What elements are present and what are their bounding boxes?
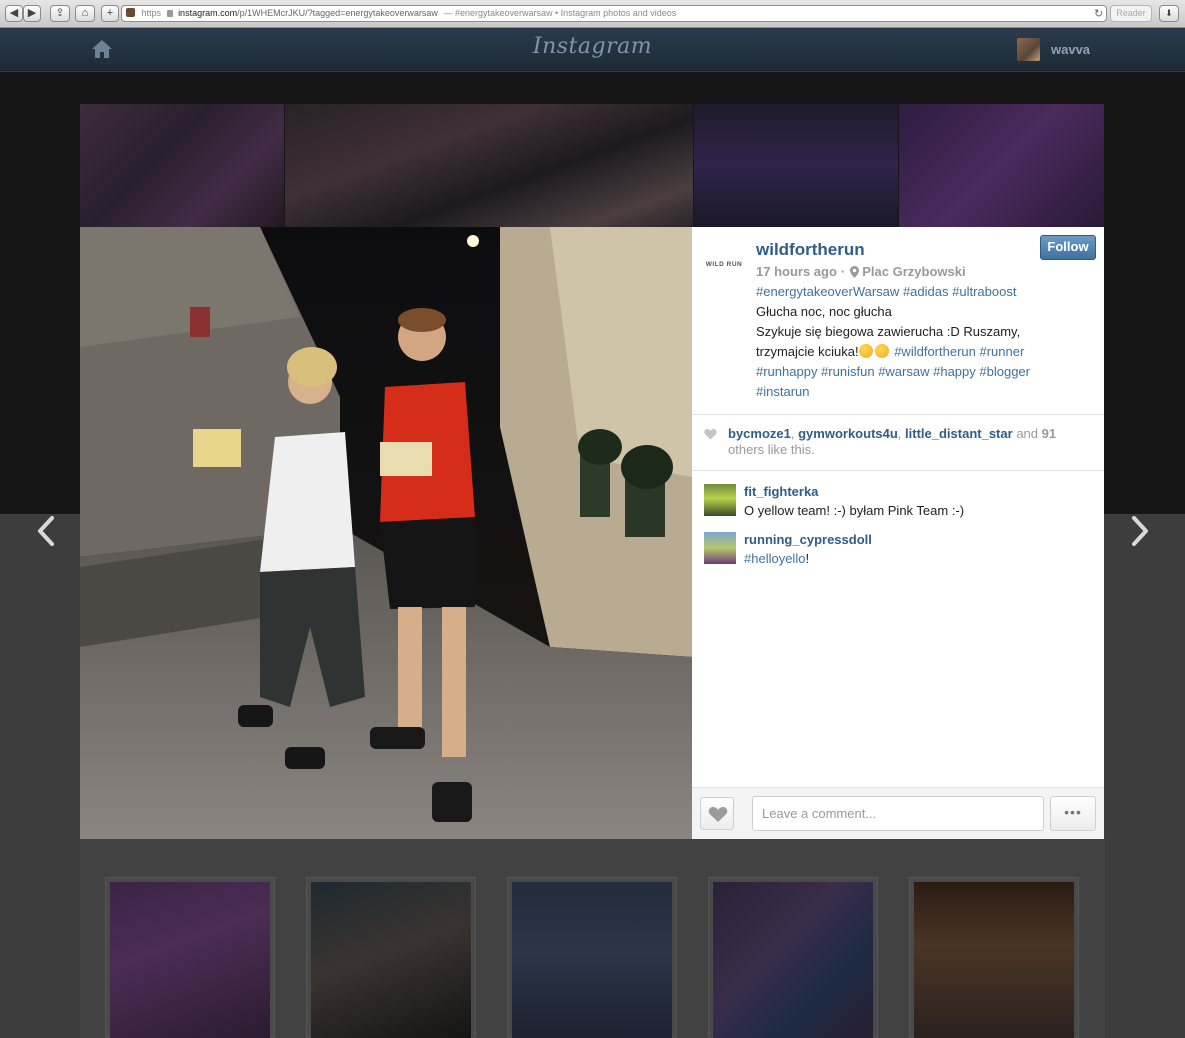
post-details-panel: WILD RUN wildfortherun Follow 17 hours a… (692, 227, 1104, 839)
instagram-navbar: Instagram wavva (0, 28, 1185, 71)
grid-photo-image (914, 882, 1074, 1038)
nav-username: wavva (1051, 41, 1091, 57)
hashtag-link[interactable]: #runisfun (821, 364, 874, 379)
commenter-username[interactable]: fit_fighterka (744, 484, 818, 499)
more-options-button[interactable]: ••• (1050, 796, 1096, 831)
reader-button[interactable]: Reader (1110, 5, 1152, 22)
likes-summary: bycmoze1, gymworkouts4u, little_distant_… (704, 426, 1094, 458)
header-photo (899, 104, 1104, 227)
likes-count[interactable]: 91 (1042, 426, 1056, 441)
liker-username[interactable]: bycmoze1 (728, 426, 791, 441)
url-scheme: https (141, 8, 162, 18)
grid-photo-image (713, 882, 873, 1038)
hashtag-link[interactable]: #blogger (979, 364, 1030, 379)
caption-line: Szykuje się biegowa zawierucha :D Ruszam… (756, 324, 1021, 339)
url-host: instagram.com (178, 8, 238, 18)
caption-line: trzymajcie kciuka! #wildfortherun #runne… (756, 342, 1086, 362)
grid-photo-image (311, 882, 471, 1038)
grid-photo[interactable] (708, 877, 878, 1038)
new-tab-button[interactable]: + (101, 5, 119, 22)
previous-arrow-icon[interactable] (32, 514, 62, 548)
post-location[interactable]: Plac Grzybowski (862, 264, 965, 279)
liker-username[interactable]: gymworkouts4u (798, 426, 898, 441)
meta-separator: · (840, 264, 846, 279)
heart-icon (704, 428, 717, 440)
header-photo (80, 104, 284, 227)
liker-username[interactable]: little_distant_star (905, 426, 1013, 441)
comment-text: O yellow team! :-) byłam Pink Team :-) (744, 503, 965, 518)
caption-line: Głucha noc, noc głucha (756, 304, 892, 319)
favicon-icon (126, 8, 135, 17)
like-button[interactable] (700, 797, 734, 830)
divider (692, 470, 1104, 471)
header-photo (285, 104, 693, 227)
commenter-avatar[interactable] (704, 532, 736, 564)
grid-photo[interactable] (507, 877, 677, 1038)
hashtag-link[interactable]: #energytakeoverWarsaw (756, 284, 899, 299)
grid-photo-image (512, 882, 672, 1038)
hashtag-link[interactable]: #helloyello (744, 551, 805, 566)
tongue-emoji-icon (874, 344, 889, 358)
likes-and: and (1016, 426, 1039, 441)
hashtag-link[interactable]: #happy (933, 364, 976, 379)
caption-line: #instarun (756, 382, 1086, 402)
back-button[interactable]: ◀ (5, 5, 23, 22)
address-bar[interactable]: https instagram.com/p/1WHEMcrJKU/?tagged… (121, 5, 1107, 22)
hashtag-link[interactable]: #warsaw (878, 364, 929, 379)
comment-text: #helloyello! (744, 551, 809, 566)
hashtag-link[interactable]: #instarun (756, 384, 809, 399)
grinning-emoji-icon (858, 344, 873, 358)
comment-text-suffix: ! (805, 551, 810, 566)
post-timestamp[interactable]: 17 hours ago (756, 264, 837, 279)
header-photo (694, 104, 898, 227)
browser-toolbar: ◀ ▶ ⇪ ⌂ + https instagram.com/p/1WHEMcrJ… (0, 0, 1185, 28)
likes-text: bycmoze1, gymworkouts4u, little_distant_… (728, 426, 1057, 457)
post-photo[interactable] (80, 227, 692, 839)
caption-line: #runhappy #runisfun #warsaw #happy #blog… (756, 362, 1086, 382)
hashtag-link[interactable]: #runhappy (756, 364, 817, 379)
location-pin-icon (850, 265, 860, 278)
post-author-avatar[interactable]: WILD RUN (704, 245, 744, 285)
instagram-logo[interactable]: Instagram (0, 34, 1185, 59)
grid-photo[interactable] (105, 877, 275, 1038)
lock-icon (166, 10, 173, 17)
commenter-username[interactable]: running_cypressdoll (744, 532, 872, 547)
heart-icon (708, 806, 728, 822)
comment-bar: ••• (692, 787, 1104, 839)
post-meta: 17 hours ago · Plac Grzybowski (756, 264, 966, 279)
hashtag-link[interactable]: #ultraboost (952, 284, 1016, 299)
grid-photo[interactable] (909, 877, 1079, 1038)
caption-line: #energytakeoverWarsaw #adidas #ultraboos… (756, 282, 1086, 302)
share-button[interactable]: ⇪ (50, 5, 70, 22)
reload-icon[interactable]: ↻ (1094, 7, 1103, 20)
hashtag-link[interactable]: #adidas (903, 284, 949, 299)
avatar (1017, 37, 1040, 61)
forward-button[interactable]: ▶ (23, 5, 41, 22)
nav-user-menu[interactable]: wavva (1017, 37, 1090, 61)
header-photo-strip (80, 104, 1104, 227)
grid-photo-image (110, 882, 270, 1038)
hashtag-link[interactable]: #runner (979, 344, 1024, 359)
follow-button[interactable]: Follow (1040, 235, 1096, 260)
hashtag-link[interactable]: #wildfortherun (894, 344, 976, 359)
home-browser-button[interactable]: ⌂ (75, 5, 95, 22)
caption-text: trzymajcie kciuka! (756, 344, 859, 359)
downloads-button[interactable]: ⬇ (1159, 5, 1179, 22)
next-arrow-icon[interactable] (1124, 514, 1154, 548)
post-photo-image (80, 227, 692, 839)
commenter-avatar[interactable] (704, 484, 736, 516)
divider (692, 414, 1104, 415)
post-caption: #energytakeoverWarsaw #adidas #ultraboos… (756, 282, 1086, 402)
likes-suffix: others like this. (728, 442, 815, 457)
url-path: /p/1WHEMcrJKU/?tagged=energytakeoverwars… (237, 8, 438, 18)
post-author-username[interactable]: wildfortherun (756, 240, 865, 260)
comment-input[interactable] (752, 796, 1044, 831)
grid-photo[interactable] (306, 877, 476, 1038)
page-title: — #energytakeoverwarsaw • Instagram phot… (443, 8, 677, 18)
